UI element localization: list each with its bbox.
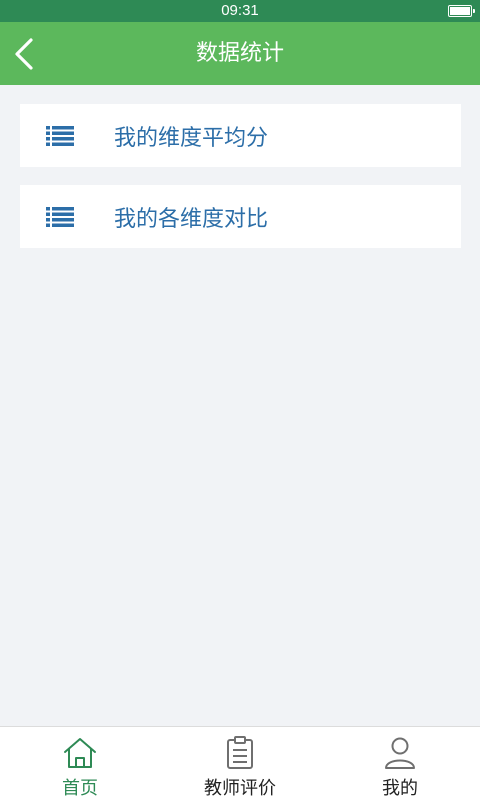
nav-bar: 数据统计 xyxy=(0,22,480,85)
tab-mine[interactable]: 我的 xyxy=(320,727,480,800)
tab-teacher-evaluation[interactable]: 教师评价 xyxy=(160,727,320,800)
clipboard-icon xyxy=(222,735,258,770)
battery-icon xyxy=(448,5,475,17)
home-icon xyxy=(62,735,98,770)
tab-label: 教师评价 xyxy=(204,778,276,799)
chevron-left-icon xyxy=(15,38,33,70)
list-icon xyxy=(46,206,74,227)
stats-list: 我的维度平均分 我的各维度对比 xyxy=(0,85,480,266)
list-icon xyxy=(46,125,74,146)
list-item-label: 我的各维度对比 xyxy=(114,206,269,232)
back-button[interactable] xyxy=(6,34,42,74)
user-icon xyxy=(382,735,418,770)
tab-label: 我的 xyxy=(382,778,418,799)
list-item-dimension-average[interactable]: 我的维度平均分 xyxy=(20,104,461,167)
status-time: 09:31 xyxy=(221,2,259,19)
tab-bar: 首页 教师评价 我的 xyxy=(0,726,480,800)
tab-home[interactable]: 首页 xyxy=(0,727,160,800)
list-item-dimension-compare[interactable]: 我的各维度对比 xyxy=(20,185,461,248)
tab-label: 首页 xyxy=(62,778,98,799)
page-title: 数据统计 xyxy=(195,41,284,66)
list-item-label: 我的维度平均分 xyxy=(114,125,269,151)
status-bar: 09:31 xyxy=(0,0,480,22)
